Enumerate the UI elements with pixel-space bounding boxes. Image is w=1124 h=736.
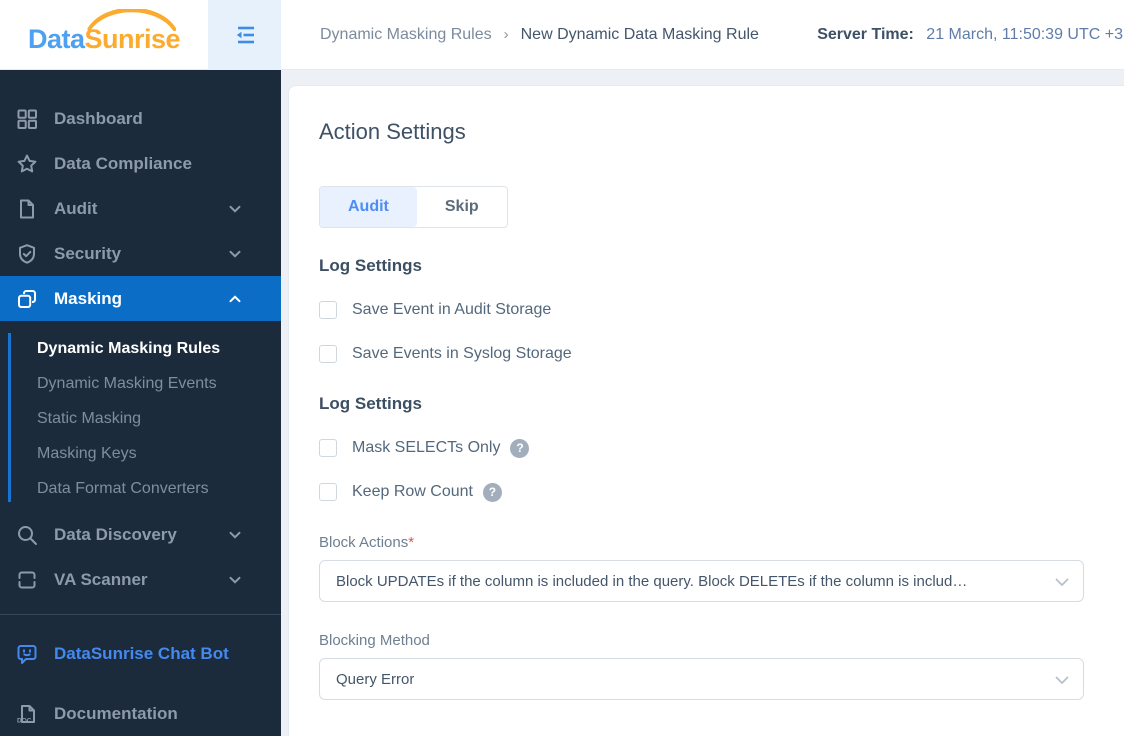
sidebar: Dashboard Data Compliance Audit Security <box>0 70 281 736</box>
document-icon <box>15 197 39 221</box>
shield-icon <box>15 242 39 266</box>
server-time-value: 21 March, 11:50:39 UTC +3 <box>926 25 1123 43</box>
log-settings-heading-1: Log Settings <box>319 256 422 275</box>
sidebar-item-label: DataSunrise Chat Bot <box>54 643 229 663</box>
dashboard-icon <box>15 107 39 131</box>
server-time-label: Server Time: <box>817 25 914 43</box>
checkbox-label: Mask SELECTs Only <box>352 439 501 456</box>
chevron-down-icon <box>229 576 241 584</box>
submenu-item-dynamic-masking-rules[interactable]: Dynamic Masking Rules <box>0 331 281 366</box>
main-content: Action Settings Audit Skip Log Settings … <box>288 85 1124 736</box>
breadcrumb-separator: › <box>503 26 509 43</box>
breadcrumb-current: New Dynamic Data Masking Rule <box>520 25 759 43</box>
sidebar-item-data-discovery[interactable]: Data Discovery <box>0 512 281 557</box>
search-icon <box>15 523 39 547</box>
sidebar-item-documentation[interactable]: DOC Documentation <box>0 691 281 736</box>
sidebar-item-audit[interactable]: Audit <box>0 186 281 231</box>
breadcrumb: Dynamic Masking Rules › New Dynamic Data… <box>320 26 759 44</box>
action-tabs: Audit Skip <box>319 186 508 228</box>
chevron-down-icon <box>229 205 241 213</box>
save-events-syslog-storage-checkbox[interactable] <box>319 345 337 363</box>
checkbox-row: Save Events in Syslog Storage <box>319 342 1124 366</box>
required-asterisk: * <box>408 534 415 551</box>
sidebar-item-label: Data Compliance <box>54 153 192 173</box>
sidebar-item-label: Dashboard <box>54 108 143 128</box>
select-value: Query Error <box>336 670 415 688</box>
blocking-method-select[interactable]: Query Error <box>319 658 1084 700</box>
chevron-down-icon <box>229 250 241 258</box>
chevron-down-icon <box>1055 578 1069 587</box>
chevron-down-icon <box>1055 676 1069 685</box>
tab-skip[interactable]: Skip <box>416 187 507 227</box>
block-actions-select[interactable]: Block UPDATEs if the column is included … <box>319 560 1084 602</box>
mask-icon <box>15 287 39 311</box>
submenu-item-static-masking[interactable]: Static Masking <box>0 401 281 436</box>
tab-audit[interactable]: Audit <box>320 187 417 227</box>
help-icon[interactable]: ? <box>482 482 502 502</box>
checkbox-row: Keep Row Count ? <box>319 480 1124 504</box>
breadcrumb-parent-link[interactable]: Dynamic Masking Rules <box>320 26 492 44</box>
server-time: Server Time: 21 March, 11:50:39 UTC +3 <box>817 26 1124 44</box>
submenu-item-data-format-converters[interactable]: Data Format Converters <box>0 471 281 506</box>
submenu-item-masking-keys[interactable]: Masking Keys <box>0 436 281 471</box>
sidebar-item-label: Security <box>54 243 122 263</box>
doc-icon: DOC <box>15 702 39 726</box>
checkbox-label: Save Event in Audit Storage <box>352 301 552 318</box>
checkbox-row: Save Event in Audit Storage <box>319 298 1124 322</box>
block-actions-label: Block Actions* <box>319 534 415 551</box>
checkbox-row: Mask SELECTs Only ? <box>319 436 1124 460</box>
sidebar-item-chat-bot[interactable]: DataSunrise Chat Bot <box>0 631 281 676</box>
checkbox-label: Keep Row Count <box>352 483 473 500</box>
page-title: Action Settings <box>319 119 466 144</box>
help-icon[interactable]: ? <box>510 438 530 458</box>
sidebar-item-data-compliance[interactable]: Data Compliance <box>0 141 281 186</box>
top-header: Data Sunrise Dynamic Masking Rules › New … <box>0 0 1124 70</box>
checkbox-label: Save Events in Syslog Storage <box>352 345 572 362</box>
star-icon <box>15 152 39 176</box>
chevron-up-icon <box>229 294 241 303</box>
chevron-down-icon <box>229 531 241 539</box>
collapse-sidebar-icon <box>236 26 254 43</box>
sidebar-item-label: VA Scanner <box>54 569 148 589</box>
sidebar-item-label: Masking <box>54 288 123 308</box>
collapse-sidebar-button[interactable] <box>208 0 281 70</box>
log-settings-heading-2: Log Settings <box>319 394 422 413</box>
app-logo[interactable]: Data Sunrise <box>0 0 208 70</box>
scanner-icon <box>15 568 39 592</box>
blocking-method-label: Blocking Method <box>319 632 430 649</box>
sunrise-arc-icon <box>87 9 177 31</box>
submenu-item-dynamic-masking-events[interactable]: Dynamic Masking Events <box>0 366 281 401</box>
sidebar-item-label: Documentation <box>54 703 178 723</box>
logo-text-data: Data <box>27 24 85 54</box>
mask-selects-only-checkbox[interactable] <box>319 439 337 457</box>
keep-row-count-checkbox[interactable] <box>319 483 337 501</box>
sidebar-divider <box>0 614 281 615</box>
chat-bot-icon <box>15 642 39 666</box>
sidebar-item-label: Audit <box>54 198 98 218</box>
save-event-audit-storage-checkbox[interactable] <box>319 301 337 319</box>
sidebar-item-masking[interactable]: Masking <box>0 276 281 321</box>
masking-submenu: Dynamic Masking Rules Dynamic Masking Ev… <box>0 321 281 512</box>
svg-text:DOC: DOC <box>17 717 32 724</box>
sidebar-item-dashboard[interactable]: Dashboard <box>0 96 281 141</box>
sidebar-item-va-scanner[interactable]: VA Scanner <box>0 557 281 602</box>
sidebar-item-security[interactable]: Security <box>0 231 281 276</box>
sidebar-item-label: Data Discovery <box>54 524 177 544</box>
select-value: Block UPDATEs if the column is included … <box>336 572 968 590</box>
